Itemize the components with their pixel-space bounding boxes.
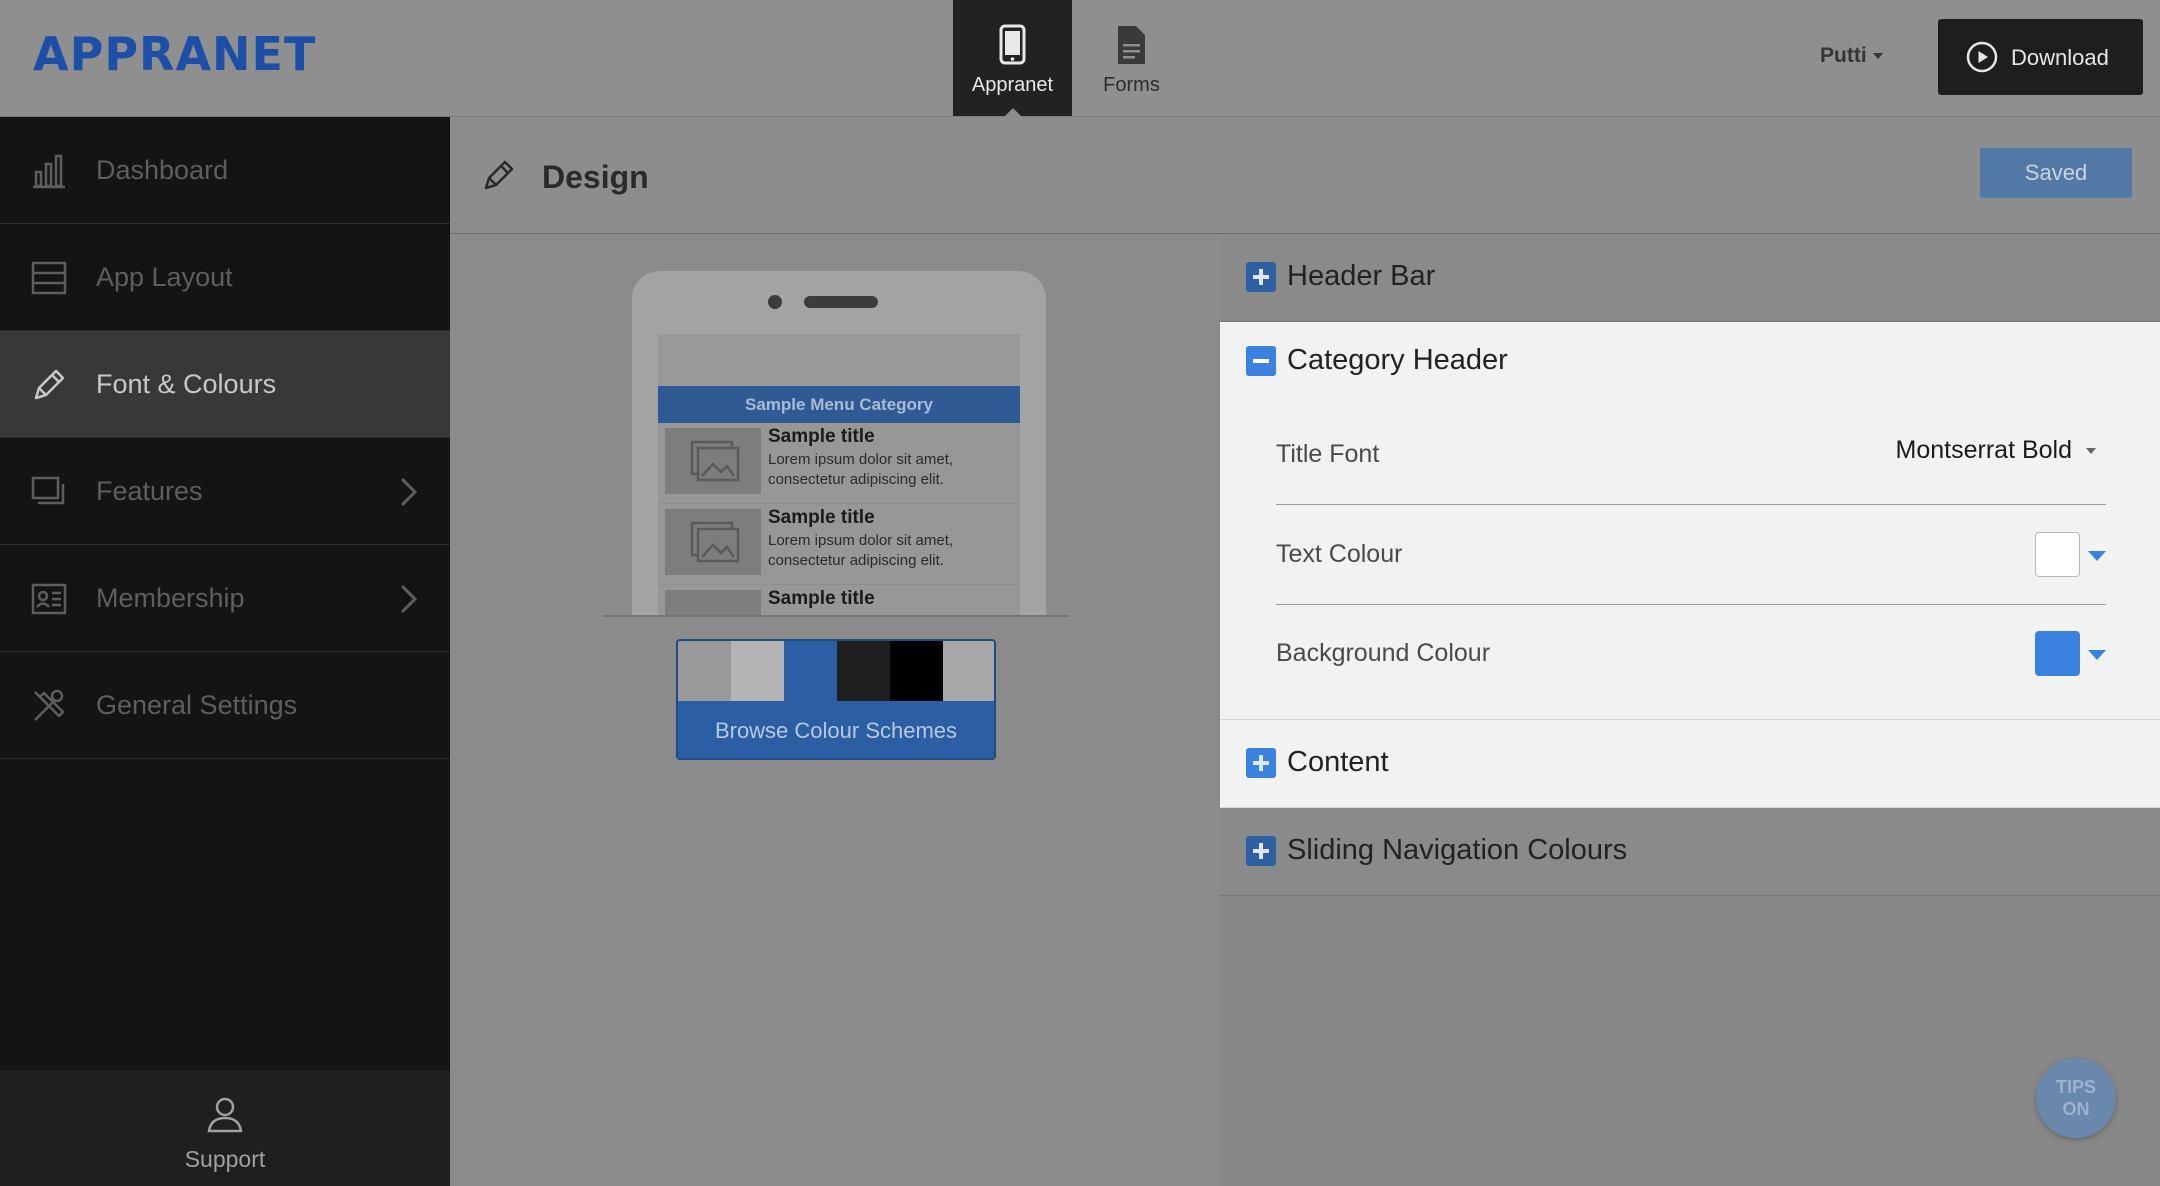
settings-panel: Header Bar Category Header Title Font Mo…: [1220, 234, 2160, 1186]
plus-icon: [1246, 836, 1276, 866]
text-colour-swatch[interactable]: [2035, 532, 2080, 577]
chevron-down-icon: [1872, 53, 1883, 60]
download-label: Download: [2011, 45, 2109, 70]
preview-header-bar: [658, 334, 1020, 386]
pencil-icon: [484, 160, 514, 190]
background-colour-row: Background Colour: [1276, 605, 2106, 704]
sidebar: Dashboard App Layout Font & Colours Feat…: [0, 117, 450, 1186]
phone-screen: Sample Menu Category Sample title Lorem …: [658, 334, 1020, 616]
sidebar-item-font-colours[interactable]: Font & Colours: [0, 331, 450, 438]
scheme-swatch: [784, 641, 837, 701]
chevron-right-icon: [400, 477, 418, 507]
section-title: Sliding Navigation Colours: [1287, 834, 1628, 866]
text-colour-row: Text Colour: [1276, 506, 2106, 605]
image-placeholder-icon: [665, 428, 761, 494]
sidebar-item-label: App Layout: [96, 262, 233, 292]
minus-icon: [1246, 346, 1276, 376]
id-card-icon: [31, 583, 67, 615]
tips-toggle-button[interactable]: TIPS ON: [2036, 1058, 2116, 1138]
sidebar-item-membership[interactable]: Membership: [0, 545, 450, 652]
scheme-swatch: [731, 641, 784, 701]
chevron-down-icon: [2086, 448, 2096, 455]
support-button[interactable]: Support: [0, 1070, 450, 1186]
text-colour-label: Text Colour: [1276, 540, 1403, 568]
list-item: Sample title Lorem ipsum dolor sit amet,…: [658, 504, 1020, 584]
browse-colour-schemes-button[interactable]: Browse Colour Schemes: [676, 639, 996, 760]
tab-appranet[interactable]: Appranet: [953, 0, 1072, 117]
play-circle-icon: [1966, 41, 1998, 73]
item-text: Lorem ipsum dolor sit amet, consectetur …: [768, 532, 954, 569]
tips-state: ON: [2062, 1099, 2090, 1119]
bar-chart-icon: [33, 154, 65, 189]
image-placeholder-icon: [665, 590, 761, 616]
scheme-swatch: [678, 641, 731, 701]
title-font-value: Montserrat Bold: [1895, 436, 2072, 464]
plus-icon: [1246, 748, 1276, 778]
top-header: APPRANET Appranet Forms Putti Download: [0, 0, 2160, 117]
phone-camera: [768, 295, 782, 309]
phone-baseline: [603, 615, 1069, 617]
list-item: Sample title Lorem ipsum dolor sit amet,…: [658, 423, 1020, 503]
stack-icon: [31, 476, 65, 505]
tab-forms-label: Forms: [1103, 74, 1160, 96]
design-toolbar: Design Saved: [450, 117, 2160, 234]
image-placeholder-icon: [665, 509, 761, 575]
sidebar-item-label: Membership: [96, 583, 245, 613]
user-icon: [207, 1097, 243, 1133]
chevron-right-icon: [400, 584, 418, 614]
browse-schemes-label: Browse Colour Schemes: [678, 701, 994, 758]
sidebar-item-features[interactable]: Features: [0, 438, 450, 545]
layout-icon: [31, 261, 67, 295]
item-text: Lorem ipsum dolor sit amet, consectetur …: [768, 451, 954, 488]
title-font-select[interactable]: Montserrat Bold: [1896, 436, 2096, 465]
title-font-row: Title Font Montserrat Bold: [1276, 406, 2106, 505]
sidebar-item-label: Dashboard: [96, 155, 229, 185]
section-content[interactable]: Content: [1220, 720, 2160, 808]
tips-label: TIPS: [2055, 1077, 2096, 1097]
item-title: Sample title: [768, 507, 875, 528]
sidebar-item-dashboard[interactable]: Dashboard: [0, 117, 450, 224]
sidebar-item-app-layout[interactable]: App Layout: [0, 224, 450, 331]
sidebar-item-label: Font & Colours: [96, 369, 277, 399]
chevron-down-icon[interactable]: [2088, 650, 2106, 660]
sidebar-item-label: General Settings: [96, 690, 298, 720]
section-category-header-toggle[interactable]: Category Header: [1220, 322, 2160, 406]
section-title: Content: [1287, 746, 1389, 778]
scheme-swatch: [837, 641, 890, 701]
saved-button[interactable]: Saved: [1980, 148, 2132, 198]
tab-appranet-label: Appranet: [971, 74, 1054, 96]
item-title: Sample title: [768, 426, 875, 447]
phone-speaker: [804, 296, 878, 308]
title-font-label: Title Font: [1276, 440, 1380, 468]
list-item: Sample title: [658, 585, 1020, 616]
section-category-header: Category Header Title Font Montserrat Bo…: [1220, 322, 2160, 720]
phone-icon: [999, 24, 1026, 65]
app-logo[interactable]: APPRANET: [33, 27, 316, 81]
download-button[interactable]: Download: [1938, 19, 2143, 95]
user-name: Putti: [1820, 44, 1867, 67]
background-colour-swatch[interactable]: [2035, 631, 2080, 676]
sidebar-item-general-settings[interactable]: General Settings: [0, 652, 450, 759]
document-icon: [1118, 26, 1145, 64]
preview-category-header: Sample Menu Category: [658, 386, 1020, 423]
tab-forms[interactable]: Forms: [1072, 0, 1191, 116]
section-title: Category Header: [1287, 344, 1508, 376]
scheme-swatch: [943, 641, 994, 701]
pencil-icon: [34, 369, 65, 400]
section-sliding-navigation[interactable]: Sliding Navigation Colours: [1220, 808, 2160, 896]
page-title: Design: [542, 159, 649, 195]
chevron-down-icon[interactable]: [2088, 551, 2106, 561]
item-title: Sample title: [768, 588, 875, 609]
support-label: Support: [184, 1146, 266, 1172]
tools-icon: [34, 689, 65, 721]
section-header-bar[interactable]: Header Bar: [1220, 234, 2160, 322]
scheme-swatch: [890, 641, 943, 701]
background-colour-label: Background Colour: [1276, 639, 1491, 667]
phone-preview: Sample Menu Category Sample title Lorem …: [632, 271, 1046, 616]
plus-icon: [1246, 262, 1276, 292]
sidebar-item-label: Features: [96, 476, 203, 506]
section-title: Header Bar: [1287, 260, 1436, 292]
user-menu[interactable]: Putti: [1820, 44, 1883, 68]
